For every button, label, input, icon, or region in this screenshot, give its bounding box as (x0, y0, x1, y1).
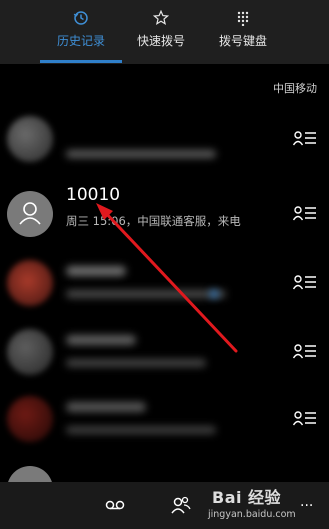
annotation-arrow (96, 203, 238, 353)
